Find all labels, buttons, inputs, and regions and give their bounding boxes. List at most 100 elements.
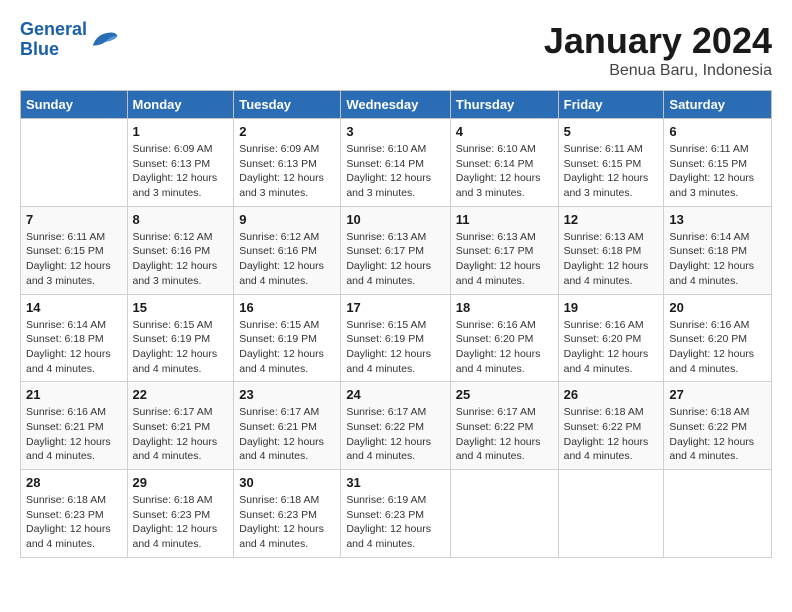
day-number: 21 (26, 387, 122, 402)
day-number: 2 (239, 124, 335, 139)
day-info: Sunrise: 6:09 AMSunset: 6:13 PMDaylight:… (239, 142, 335, 201)
logo: General Blue (20, 20, 119, 60)
calendar-cell: 8Sunrise: 6:12 AMSunset: 6:16 PMDaylight… (127, 206, 234, 294)
header-monday: Monday (127, 91, 234, 119)
day-number: 14 (26, 300, 122, 315)
day-info: Sunrise: 6:10 AMSunset: 6:14 PMDaylight:… (346, 142, 444, 201)
day-number: 16 (239, 300, 335, 315)
day-info: Sunrise: 6:18 AMSunset: 6:22 PMDaylight:… (564, 405, 659, 464)
day-info: Sunrise: 6:13 AMSunset: 6:17 PMDaylight:… (346, 230, 444, 289)
calendar-cell: 22 Sunrise: 6:17 AMSunset: 6:21 PMDayligh… (127, 382, 234, 470)
day-number: 19 (564, 300, 659, 315)
day-number: 29 (133, 475, 229, 490)
week-row-3: 14 Sunrise: 6:14 AMSunset: 6:18 PMDayligh… (21, 294, 772, 382)
calendar-cell: 25Sunrise: 6:17 AMSunset: 6:22 PMDayligh… (450, 382, 558, 470)
week-row-1: 1 Sunrise: 6:09 AMSunset: 6:13 PMDaylight… (21, 119, 772, 207)
logo-bird-icon (89, 26, 119, 54)
calendar-cell: 7Sunrise: 6:11 AMSunset: 6:15 PMDaylight… (21, 206, 128, 294)
day-number: 5 (564, 124, 659, 139)
day-info: Sunrise: 6:14 AMSunset: 6:18 PMDaylight:… (669, 230, 766, 289)
day-info: Sunrise: 6:13 AMSunset: 6:18 PMDaylight:… (564, 230, 659, 289)
day-info: Sunrise: 6:18 AMSunset: 6:22 PMDaylight:… (669, 405, 766, 464)
day-number: 1 (133, 124, 229, 139)
calendar-cell: 2 Sunrise: 6:09 AMSunset: 6:13 PMDaylight… (234, 119, 341, 207)
calendar-cell: 9 Sunrise: 6:12 AMSunset: 6:16 PMDaylight… (234, 206, 341, 294)
day-info: Sunrise: 6:18 AMSunset: 6:23 PMDaylight:… (26, 493, 122, 552)
day-number: 31 (346, 475, 444, 490)
calendar-cell: 31 Sunrise: 6:19 AMSunset: 6:23 PMDayligh… (341, 470, 450, 558)
calendar-cell (21, 119, 128, 207)
calendar-cell: 27Sunrise: 6:18 AMSunset: 6:22 PMDayligh… (664, 382, 772, 470)
calendar-cell: 20 Sunrise: 6:16 AMSunset: 6:20 PMDayligh… (664, 294, 772, 382)
day-number: 28 (26, 475, 122, 490)
day-info: Sunrise: 6:19 AMSunset: 6:23 PMDaylight:… (346, 493, 444, 552)
calendar-cell: 1 Sunrise: 6:09 AMSunset: 6:13 PMDaylight… (127, 119, 234, 207)
day-info: Sunrise: 6:16 AMSunset: 6:20 PMDaylight:… (564, 318, 659, 377)
day-info: Sunrise: 6:11 AMSunset: 6:15 PMDaylight:… (669, 142, 766, 201)
day-number: 7 (26, 212, 122, 227)
calendar-cell (450, 470, 558, 558)
day-info: Sunrise: 6:16 AMSunset: 6:21 PMDaylight:… (26, 405, 122, 464)
day-info: Sunrise: 6:16 AMSunset: 6:20 PMDaylight:… (456, 318, 553, 377)
day-number: 10 (346, 212, 444, 227)
day-number: 8 (133, 212, 229, 227)
day-number: 13 (669, 212, 766, 227)
day-number: 12 (564, 212, 659, 227)
week-row-4: 21 Sunrise: 6:16 AMSunset: 6:21 PMDayligh… (21, 382, 772, 470)
day-number: 11 (456, 212, 553, 227)
day-info: Sunrise: 6:15 AMSunset: 6:19 PMDaylight:… (346, 318, 444, 377)
calendar-cell: 21 Sunrise: 6:16 AMSunset: 6:21 PMDayligh… (21, 382, 128, 470)
calendar-cell: 29Sunrise: 6:18 AMSunset: 6:23 PMDayligh… (127, 470, 234, 558)
calendar-cell: 28 Sunrise: 6:18 AMSunset: 6:23 PMDayligh… (21, 470, 128, 558)
calendar-cell: 5 Sunrise: 6:11 AMSunset: 6:15 PMDaylight… (558, 119, 664, 207)
logo-line2: Blue (20, 39, 59, 59)
calendar-cell: 19 Sunrise: 6:16 AMSunset: 6:20 PMDayligh… (558, 294, 664, 382)
calendar-cell: 3 Sunrise: 6:10 AMSunset: 6:14 PMDaylight… (341, 119, 450, 207)
day-info: Sunrise: 6:17 AMSunset: 6:22 PMDaylight:… (456, 405, 553, 464)
header-saturday: Saturday (664, 91, 772, 119)
calendar-cell: 18Sunrise: 6:16 AMSunset: 6:20 PMDayligh… (450, 294, 558, 382)
day-info: Sunrise: 6:18 AMSunset: 6:23 PMDaylight:… (239, 493, 335, 552)
day-info: Sunrise: 6:17 AMSunset: 6:22 PMDaylight:… (346, 405, 444, 464)
day-info: Sunrise: 6:16 AMSunset: 6:20 PMDaylight:… (669, 318, 766, 377)
calendar-cell: 14 Sunrise: 6:14 AMSunset: 6:18 PMDayligh… (21, 294, 128, 382)
header-thursday: Thursday (450, 91, 558, 119)
main-title: January 2024 (544, 20, 772, 62)
page-header: General Blue January 2024 Benua Baru, In… (20, 20, 772, 80)
calendar-cell: 6Sunrise: 6:11 AMSunset: 6:15 PMDaylight… (664, 119, 772, 207)
day-info: Sunrise: 6:09 AMSunset: 6:13 PMDaylight:… (133, 142, 229, 201)
header-wednesday: Wednesday (341, 91, 450, 119)
day-info: Sunrise: 6:10 AMSunset: 6:14 PMDaylight:… (456, 142, 553, 201)
day-number: 3 (346, 124, 444, 139)
calendar-cell: 13 Sunrise: 6:14 AMSunset: 6:18 PMDayligh… (664, 206, 772, 294)
calendar-cell: 24 Sunrise: 6:17 AMSunset: 6:22 PMDayligh… (341, 382, 450, 470)
header-friday: Friday (558, 91, 664, 119)
week-row-5: 28 Sunrise: 6:18 AMSunset: 6:23 PMDayligh… (21, 470, 772, 558)
calendar-table: SundayMondayTuesdayWednesdayThursdayFrid… (20, 90, 772, 558)
day-info: Sunrise: 6:14 AMSunset: 6:18 PMDaylight:… (26, 318, 122, 377)
day-number: 4 (456, 124, 553, 139)
calendar-cell (664, 470, 772, 558)
header-tuesday: Tuesday (234, 91, 341, 119)
day-number: 15 (133, 300, 229, 315)
day-number: 20 (669, 300, 766, 315)
calendar-cell: 10 Sunrise: 6:13 AMSunset: 6:17 PMDayligh… (341, 206, 450, 294)
title-block: January 2024 Benua Baru, Indonesia (544, 20, 772, 80)
logo-line1: General (20, 19, 87, 39)
calendar-cell: 11Sunrise: 6:13 AMSunset: 6:17 PMDayligh… (450, 206, 558, 294)
calendar-cell: 16Sunrise: 6:15 AMSunset: 6:19 PMDayligh… (234, 294, 341, 382)
day-info: Sunrise: 6:17 AMSunset: 6:21 PMDaylight:… (239, 405, 335, 464)
day-number: 22 (133, 387, 229, 402)
day-info: Sunrise: 6:12 AMSunset: 6:16 PMDaylight:… (239, 230, 335, 289)
header-sunday: Sunday (21, 91, 128, 119)
day-number: 26 (564, 387, 659, 402)
calendar-cell (558, 470, 664, 558)
calendar-cell: 30Sunrise: 6:18 AMSunset: 6:23 PMDayligh… (234, 470, 341, 558)
day-info: Sunrise: 6:11 AMSunset: 6:15 PMDaylight:… (564, 142, 659, 201)
day-info: Sunrise: 6:17 AMSunset: 6:21 PMDaylight:… (133, 405, 229, 464)
calendar-header-row: SundayMondayTuesdayWednesdayThursdayFrid… (21, 91, 772, 119)
day-number: 9 (239, 212, 335, 227)
day-number: 24 (346, 387, 444, 402)
day-number: 23 (239, 387, 335, 402)
calendar-cell: 23 Sunrise: 6:17 AMSunset: 6:21 PMDayligh… (234, 382, 341, 470)
